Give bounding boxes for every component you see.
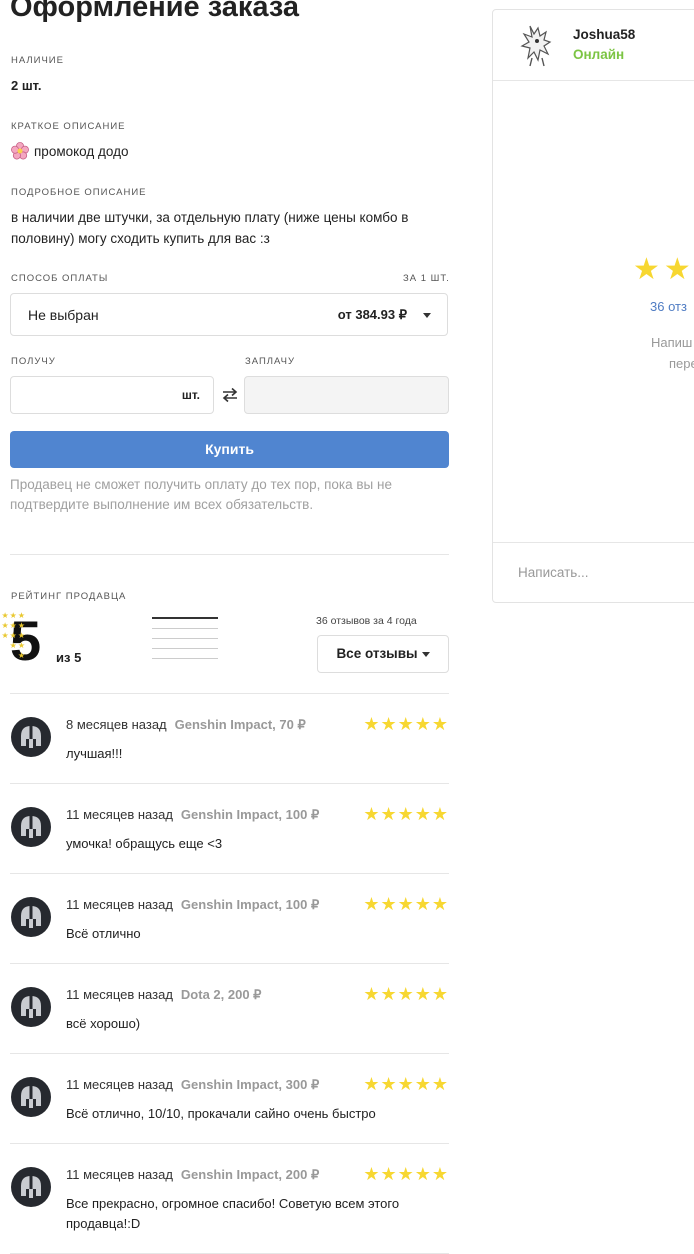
chevron-down-icon — [421, 651, 430, 657]
seller-avatar[interactable] — [518, 22, 560, 68]
review-meta: 11 месяцев назад Genshin Impact, 200 ₽ — [66, 1167, 319, 1183]
review-game: Genshin Impact, 200 ₽ — [180, 1167, 320, 1182]
reviewer-avatar — [11, 1077, 51, 1117]
review-game: Genshin Impact, 100 ₽ — [180, 807, 320, 822]
availability-label: Наличие — [11, 55, 64, 66]
review-game: Genshin Impact, 100 ₽ — [180, 897, 320, 912]
review-text: лучшая!!! — [66, 746, 123, 761]
review-text: Все прекрасно, огромное спасибо! Советую… — [66, 1196, 400, 1231]
rating-row-stars: ★★★ — [1, 631, 26, 640]
divider — [10, 693, 449, 694]
reviewer-avatar — [11, 717, 51, 757]
short-desc-label: Краткое описание — [11, 121, 126, 132]
review-meta: 11 месяцев назад Dota 2, 200 ₽ — [66, 987, 261, 1003]
payment-label: Способ оплаты — [11, 273, 109, 284]
divider — [493, 80, 694, 81]
review-text: умочка! обращусь еще <3 — [66, 836, 223, 851]
per-unit-label: за 1 шт. — [403, 273, 450, 284]
chevron-down-icon — [423, 313, 431, 318]
reviewer-avatar — [11, 1167, 51, 1207]
long-desc-value: в наличии две штучки, за отдельную плату… — [11, 210, 409, 246]
payment-method-value: Не выбран — [28, 307, 99, 323]
rating-row-stars: ★ — [17, 651, 26, 660]
reviewer-avatar — [11, 807, 51, 847]
seller-stars: ★★ — [633, 253, 694, 286]
long-desc-label: Подробное описание — [11, 187, 147, 198]
all-reviews-button[interactable]: Все отзывы — [317, 635, 449, 673]
divider — [10, 963, 449, 964]
chat-hint: Напиш пере — [651, 332, 694, 374]
review-text: всё хорошо) — [66, 1016, 141, 1031]
review-date: 11 месяцев назад — [66, 897, 173, 912]
review-date: 11 месяцев назад — [66, 1077, 173, 1092]
flower-icon — [11, 142, 29, 160]
review-text: Всё отлично — [66, 926, 141, 941]
rating-out-of: из 5 — [56, 650, 82, 665]
review-stars: ★★★★★ — [363, 804, 449, 824]
divider — [10, 554, 449, 555]
pay-amount-input[interactable] — [244, 376, 449, 414]
review-date: 11 месяцев назад — [66, 987, 173, 1002]
review-game: Genshin Impact, 70 ₽ — [174, 717, 306, 732]
divider — [10, 873, 449, 874]
review-stars: ★★★★★ — [363, 894, 449, 914]
review-date: 8 месяцев назад — [66, 717, 167, 732]
seller-panel: Joshua58 Онлайн ★★ 36 отз Напиш пере Нап… — [492, 9, 694, 603]
availability-value: 2 шт. — [11, 78, 42, 93]
review-meta: 11 месяцев назад Genshin Impact, 100 ₽ — [66, 807, 319, 823]
chat-hint-line: пере — [669, 356, 694, 371]
review-text: Всё отлично, 10/10, прокачали сайно очен… — [66, 1106, 376, 1121]
review-stars: ★★★★★ — [363, 984, 449, 1004]
rating-row-stars: ★★★★ — [0, 621, 26, 630]
reviews-count: 36 отзывов за 4 года — [316, 615, 417, 627]
divider — [10, 783, 449, 784]
rating-row-stars: ★★ — [9, 641, 26, 650]
review-game: Dota 2, 200 ₽ — [180, 987, 262, 1002]
swap-icon[interactable] — [221, 386, 239, 404]
reviewer-avatar — [11, 897, 51, 937]
seller-status: Онлайн — [573, 47, 625, 62]
reviewer-avatar — [11, 987, 51, 1027]
short-desc-value: промокод додо — [34, 144, 129, 159]
all-reviews-label: Все отзывы — [336, 646, 418, 661]
review-game: Genshin Impact, 300 ₽ — [180, 1077, 320, 1092]
review-stars: ★★★★★ — [363, 1164, 449, 1184]
payment-note: Продавец не сможет получить оплату до те… — [10, 477, 392, 512]
review-stars: ★★★★★ — [363, 1074, 449, 1094]
quantity-unit: шт. — [181, 388, 200, 402]
payment-method-select[interactable]: Не выбран от 384.93 ₽ — [10, 293, 448, 336]
quantity-input[interactable]: шт. — [10, 376, 214, 414]
review-stars: ★★★★★ — [363, 714, 449, 734]
pay-label: Заплачу — [245, 356, 295, 367]
page-title: Оформление заказа — [10, 0, 300, 23]
seller-reviews-link[interactable]: 36 отз — [650, 299, 687, 314]
review-meta: 8 месяцев назад Genshin Impact, 70 ₽ — [66, 717, 306, 733]
review-date: 11 месяцев назад — [66, 807, 173, 822]
message-input[interactable]: Написать... — [518, 565, 589, 580]
divider — [493, 542, 694, 543]
review-date: 11 месяцев назад — [66, 1167, 173, 1182]
rating-label: Рейтинг продавца — [11, 591, 127, 602]
payment-price: от 384.93 ₽ — [337, 307, 407, 322]
receive-label: Получу — [11, 356, 56, 367]
seller-name[interactable]: Joshua58 — [573, 27, 635, 42]
divider — [10, 1143, 449, 1144]
review-meta: 11 месяцев назад Genshin Impact, 100 ₽ — [66, 897, 319, 913]
chat-hint-line: Напиш — [651, 335, 693, 350]
review-meta: 11 месяцев назад Genshin Impact, 300 ₽ — [66, 1077, 319, 1093]
rating-row-stars: ★★★★★ — [0, 611, 26, 620]
divider — [10, 1053, 449, 1054]
buy-button[interactable]: Купить — [10, 431, 449, 468]
